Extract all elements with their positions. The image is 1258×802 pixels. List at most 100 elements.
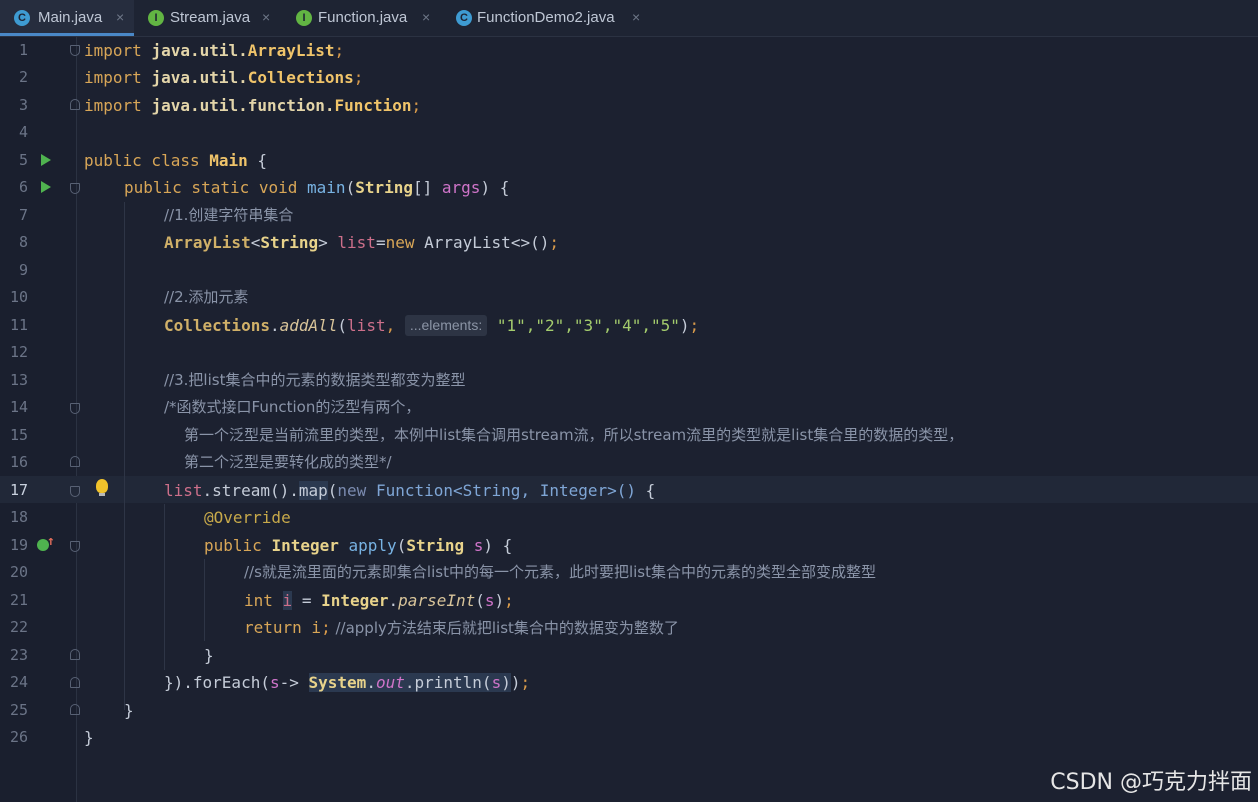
close-icon[interactable]: × xyxy=(262,9,270,25)
fold-marker-icon[interactable] xyxy=(70,403,80,414)
type-name: String xyxy=(406,536,465,555)
code-line-5[interactable]: public class Main { xyxy=(84,147,267,174)
watermark: CSDN @巧克力拌面 xyxy=(1050,770,1252,795)
lambda-parameter: s xyxy=(491,673,502,692)
type-name: Collections xyxy=(164,316,270,335)
fold-marker-icon[interactable] xyxy=(70,649,80,660)
fold-marker-icon[interactable] xyxy=(70,183,80,194)
keyword: import xyxy=(84,41,142,60)
punctuation: . xyxy=(388,591,399,610)
semicolon: ; xyxy=(504,591,514,610)
tab-stream-java[interactable]: I Stream.java × xyxy=(134,0,282,36)
code-line-21[interactable]: int i = Integer.parseInt(s); xyxy=(244,587,514,614)
punctuation: ( xyxy=(475,591,485,610)
static-method: parseInt xyxy=(398,591,476,610)
punctuation: ) xyxy=(494,591,505,610)
line-number: 17 xyxy=(9,481,28,499)
run-icon[interactable] xyxy=(41,154,51,166)
punctuation: ) { xyxy=(480,178,510,197)
punctuation: , xyxy=(385,316,405,335)
code-line-26[interactable]: } xyxy=(84,724,94,751)
code-line-2[interactable]: import java.util.Collections; xyxy=(84,64,363,91)
class-name: Collections xyxy=(247,68,354,87)
parameter: s xyxy=(484,591,495,610)
tab-function-java[interactable]: I Function.java × xyxy=(282,0,442,36)
code-line-1[interactable]: import java.util.ArrayList; xyxy=(84,37,344,64)
string-literals: "1","2","3","4","5" xyxy=(496,316,680,335)
code-line-20[interactable]: //s就是流里面的元素即集合list中的每一个元素，此时要把list集合中的元素… xyxy=(244,559,876,586)
code-line-19[interactable]: public Integer apply(String s) { xyxy=(204,532,512,559)
fold-marker-icon[interactable] xyxy=(70,541,80,552)
line-number: 19 xyxy=(9,536,28,554)
variable: list xyxy=(337,233,376,252)
java-class-icon: C xyxy=(456,10,472,26)
punctuation: . xyxy=(366,673,376,692)
code-line-11[interactable]: Collections.addAll(list, ...elements: "1… xyxy=(164,312,699,339)
code-line-24[interactable]: }).forEach(s-> System.out.println(s)); xyxy=(164,669,530,696)
punctuation: ( xyxy=(345,178,356,197)
operator: = xyxy=(292,591,322,610)
arrow-up-icon[interactable]: ↑ xyxy=(47,534,55,549)
lightbulb-icon[interactable] xyxy=(96,479,108,496)
class-name: Main xyxy=(209,151,248,170)
line-number: 14 xyxy=(9,398,28,416)
type-name: Integer xyxy=(321,591,389,610)
semicolon: ; xyxy=(520,673,531,692)
code-line-16[interactable]: 第二个泛型是要转化成的类型*/ xyxy=(184,449,392,476)
line-number: 24 xyxy=(9,673,28,691)
type-name: Integer xyxy=(271,536,339,555)
line-number: 13 xyxy=(9,371,28,389)
code-line-10[interactable]: //2.添加元素 xyxy=(164,284,248,311)
fold-marker-icon[interactable] xyxy=(70,99,80,110)
package: java.util. xyxy=(151,41,248,60)
operator: = xyxy=(375,233,386,252)
tab-label: Stream.java xyxy=(170,9,251,26)
tab-main-java[interactable]: C Main.java × xyxy=(0,0,134,36)
line-number: 11 xyxy=(9,316,28,334)
line-number: 3 xyxy=(18,96,28,114)
variable: list xyxy=(164,481,203,500)
code-line-7[interactable]: //1.创建字符串集合 xyxy=(164,202,293,229)
code-line-8[interactable]: ArrayList<String> list=new ArrayList<>()… xyxy=(164,229,559,256)
static-field: out xyxy=(375,673,405,692)
code-line-3[interactable]: import java.util.function.Function; xyxy=(84,92,421,119)
code-line-25[interactable]: } xyxy=(124,697,134,724)
line-number: 9 xyxy=(18,261,28,279)
type-name: String xyxy=(355,178,413,197)
type-name: System xyxy=(308,673,367,692)
code-line-13[interactable]: //3.把list集合中的元素的数据类型都变为整型 xyxy=(164,367,465,394)
tab-functiondemo2-java[interactable]: C FunctionDemo2.java × xyxy=(442,0,652,36)
code-line-17[interactable]: list.stream().map(new Function<String, I… xyxy=(164,477,655,504)
line-number: 18 xyxy=(9,508,28,526)
code-line-22[interactable]: return i; //apply方法结束后就把list集合中的数据变为整数了 xyxy=(244,614,679,641)
close-icon[interactable]: × xyxy=(116,9,124,25)
parameter-hint: ...elements: xyxy=(404,315,488,336)
fold-marker-icon[interactable] xyxy=(70,456,80,467)
class-name: Function xyxy=(334,96,412,115)
line-number: 16 xyxy=(9,453,28,471)
code-line-6[interactable]: public static void main(String[] args) { xyxy=(124,174,509,201)
code-line-15[interactable]: 第一个泛型是当前流里的类型，本例中list集合调用stream流，所以strea… xyxy=(184,422,963,449)
tab-label: Function.java xyxy=(318,9,408,26)
line-number: 4 xyxy=(18,123,28,141)
close-icon[interactable]: × xyxy=(632,9,640,25)
line-number: 12 xyxy=(9,343,28,361)
close-icon[interactable]: × xyxy=(422,9,430,25)
fold-marker-icon[interactable] xyxy=(70,704,80,715)
parameter: args xyxy=(441,178,481,197)
punctuation: { xyxy=(247,151,268,170)
semicolon: ; xyxy=(321,618,331,637)
class-name: ArrayList xyxy=(247,41,335,60)
fold-marker-icon[interactable] xyxy=(70,45,80,56)
editor-tab-bar: C Main.java × I Stream.java × I Function… xyxy=(0,0,1258,37)
code-line-23[interactable]: } xyxy=(204,642,214,669)
fold-marker-icon[interactable] xyxy=(70,677,80,688)
line-number: 8 xyxy=(18,233,28,251)
code-line-18[interactable]: @Override xyxy=(204,504,291,531)
keyword: return xyxy=(244,618,302,637)
code-line-14[interactable]: /*函数式接口Function的泛型有两个， xyxy=(164,394,420,421)
keyword: int xyxy=(244,591,273,610)
punctuation: ) xyxy=(679,316,690,335)
run-icon[interactable] xyxy=(41,181,51,193)
fold-marker-icon[interactable] xyxy=(70,486,80,497)
